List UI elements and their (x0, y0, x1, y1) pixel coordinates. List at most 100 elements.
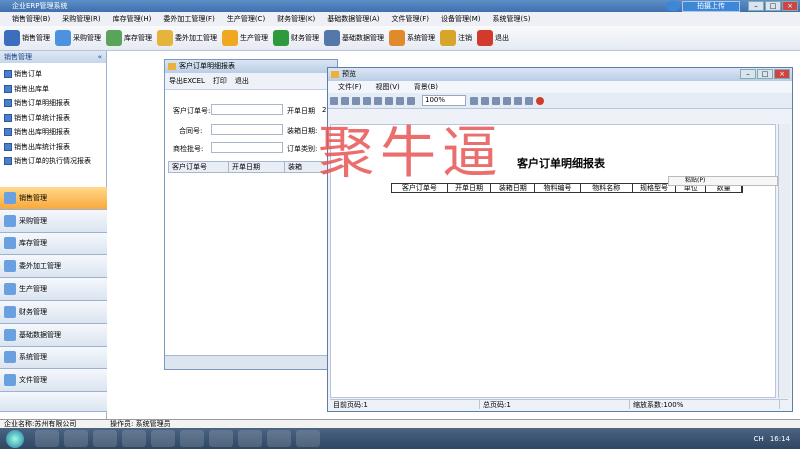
sidebar-item-label: 销售出库单 (14, 84, 49, 93)
export-icon[interactable] (514, 96, 522, 105)
toolbar-button-5[interactable]: 财务管理 (273, 30, 319, 46)
sidebar-item-5[interactable]: 销售出库统计报表 (4, 140, 106, 155)
print-button[interactable]: 打印 (213, 76, 227, 86)
taskbar-app-7[interactable] (209, 430, 233, 447)
export-excel-button[interactable]: 导出EXCEL (169, 76, 205, 86)
sidebar-item-3[interactable]: 销售订单统计报表 (4, 111, 106, 126)
sidebar-item-4[interactable]: 销售出库明细报表 (4, 125, 106, 140)
toolbar-button-3[interactable]: 委外加工管理 (157, 30, 217, 46)
menu-item-5[interactable]: 财务管理(K) (271, 12, 321, 26)
menu-item-0[interactable]: 销售管理(B) (6, 12, 56, 26)
sidebar-item-1[interactable]: 销售出库单 (4, 82, 106, 97)
taskbar-app-3[interactable] (93, 430, 117, 447)
nav-button-6[interactable]: 基础数据管理 (0, 323, 107, 347)
menu-item-8[interactable]: 设备管理(M) (435, 12, 487, 26)
module-icon (4, 374, 16, 387)
document-icon (4, 157, 12, 166)
toolbar-button-7[interactable]: 系统管理 (389, 30, 435, 46)
taskbar-app-4[interactable] (122, 430, 146, 447)
open-icon[interactable] (341, 96, 349, 105)
nav-button-0[interactable]: 销售管理 (0, 187, 107, 210)
toolbar-button-9[interactable]: 退出 (477, 30, 509, 46)
menu-item-3[interactable]: 委外加工管理(F) (157, 12, 221, 26)
next-page-icon[interactable] (492, 96, 500, 105)
upload-button[interactable]: 拍摄上传 (682, 1, 740, 12)
zoom-out-icon[interactable] (407, 96, 415, 105)
nav-overflow[interactable] (0, 392, 107, 413)
preview-close-button[interactable]: × (774, 69, 790, 79)
toolbar-button-4[interactable]: 生产管理 (222, 30, 268, 46)
nav-button-5[interactable]: 财务管理 (0, 300, 107, 324)
taskbar-app-1[interactable] (35, 430, 59, 447)
report-window-titlebar[interactable]: 客户订单明细报表 (165, 60, 337, 73)
paste-menu-item[interactable]: 粘贴(P) (668, 176, 778, 186)
preview-minimize-button[interactable]: – (740, 69, 756, 79)
nav-button-3[interactable]: 委外加工管理 (0, 255, 107, 279)
toolbar-button-0[interactable]: 销售管理 (4, 30, 50, 46)
close-button[interactable]: × (782, 1, 798, 11)
save-icon[interactable] (352, 96, 360, 105)
email-icon[interactable] (525, 96, 533, 105)
hand-icon[interactable] (385, 96, 393, 105)
preview-menu: 文件(F) 视图(V) 背景(B) (328, 81, 792, 93)
preview-maximize-button[interactable]: □ (757, 69, 773, 79)
vertical-scrollbar[interactable] (778, 124, 790, 398)
gear-icon (222, 30, 238, 46)
preview-menu-item-2[interactable]: 背景(B) (414, 81, 438, 93)
sidebar-item-2[interactable]: 销售订单明细报表 (4, 96, 106, 111)
nav-button-1[interactable]: 采购管理 (0, 209, 107, 233)
taskbar-app-6[interactable] (180, 430, 204, 447)
print-icon[interactable] (363, 96, 371, 105)
input-language[interactable]: CH (754, 435, 764, 443)
toolbar-button-6[interactable]: 基础数据管理 (324, 30, 384, 46)
menu-item-6[interactable]: 基础数据管理(A) (321, 12, 385, 26)
menu-item-2[interactable]: 库存管理(H) (107, 12, 158, 26)
grid-column-0[interactable]: 客户订单号 (169, 162, 229, 172)
zoom-in-icon[interactable] (396, 96, 404, 105)
close-icon[interactable] (536, 96, 544, 105)
zoom-select[interactable]: 100% (422, 95, 466, 106)
menu-item-9[interactable]: 系统管理(S) (487, 12, 537, 26)
collapse-icon[interactable]: « (98, 51, 102, 63)
preview-titlebar[interactable]: 预览 – □ × (328, 68, 792, 81)
last-page-icon[interactable] (503, 96, 511, 105)
nav-button-2[interactable]: 库存管理 (0, 232, 107, 256)
preview-menu-item-0[interactable]: 文件(F) (338, 81, 362, 93)
find-icon[interactable] (330, 96, 338, 105)
taskbar-app-8[interactable] (238, 430, 262, 447)
nav-button-4[interactable]: 生产管理 (0, 278, 107, 301)
menu-item-1[interactable]: 采购管理(R) (56, 12, 106, 26)
maximize-button[interactable]: □ (765, 1, 781, 11)
start-icon[interactable] (6, 429, 24, 448)
page-setup-icon[interactable] (374, 96, 382, 105)
nav-label: 生产管理 (19, 285, 47, 294)
first-page-icon[interactable] (470, 96, 478, 105)
sidebar-item-label: 销售订单明细报表 (14, 99, 70, 108)
sidebar-item-0[interactable]: 销售订单 (4, 67, 106, 82)
batch-input[interactable] (211, 142, 283, 153)
contract-input[interactable] (211, 124, 283, 135)
taskbar-app-10[interactable] (296, 430, 320, 447)
toolbar-button-1[interactable]: 采购管理 (55, 30, 101, 46)
sidebar-item-label: 销售订单统计报表 (14, 113, 70, 122)
nav-button-8[interactable]: 文件管理 (0, 369, 107, 393)
nav-button-7[interactable]: 系统管理 (0, 346, 107, 370)
menu-item-7[interactable]: 文件管理(F) (386, 12, 436, 26)
exit-button[interactable]: 退出 (235, 76, 249, 86)
minimize-button[interactable]: – (748, 1, 764, 11)
prev-page-icon[interactable] (481, 96, 489, 105)
toolbar-button-8[interactable]: 注销 (440, 30, 472, 46)
document-icon (4, 142, 12, 151)
report-window-footer (165, 355, 337, 369)
taskbar-app-9[interactable] (267, 430, 291, 447)
taskbar-app-2[interactable] (64, 430, 88, 447)
sidebar-item-label: 销售订单 (14, 70, 42, 79)
sidebar-item-6[interactable]: 销售订单的执行情况报表 (4, 154, 106, 169)
preview-title: 预览 (342, 70, 356, 78)
menu-item-4[interactable]: 生产管理(C) (221, 12, 271, 26)
grid-column-1[interactable]: 开单日期 (229, 162, 285, 172)
preview-menu-item-1[interactable]: 视图(V) (376, 81, 400, 93)
toolbar-button-2[interactable]: 库存管理 (106, 30, 152, 46)
customer-order-input[interactable] (211, 104, 283, 115)
taskbar-app-5[interactable] (151, 430, 175, 447)
